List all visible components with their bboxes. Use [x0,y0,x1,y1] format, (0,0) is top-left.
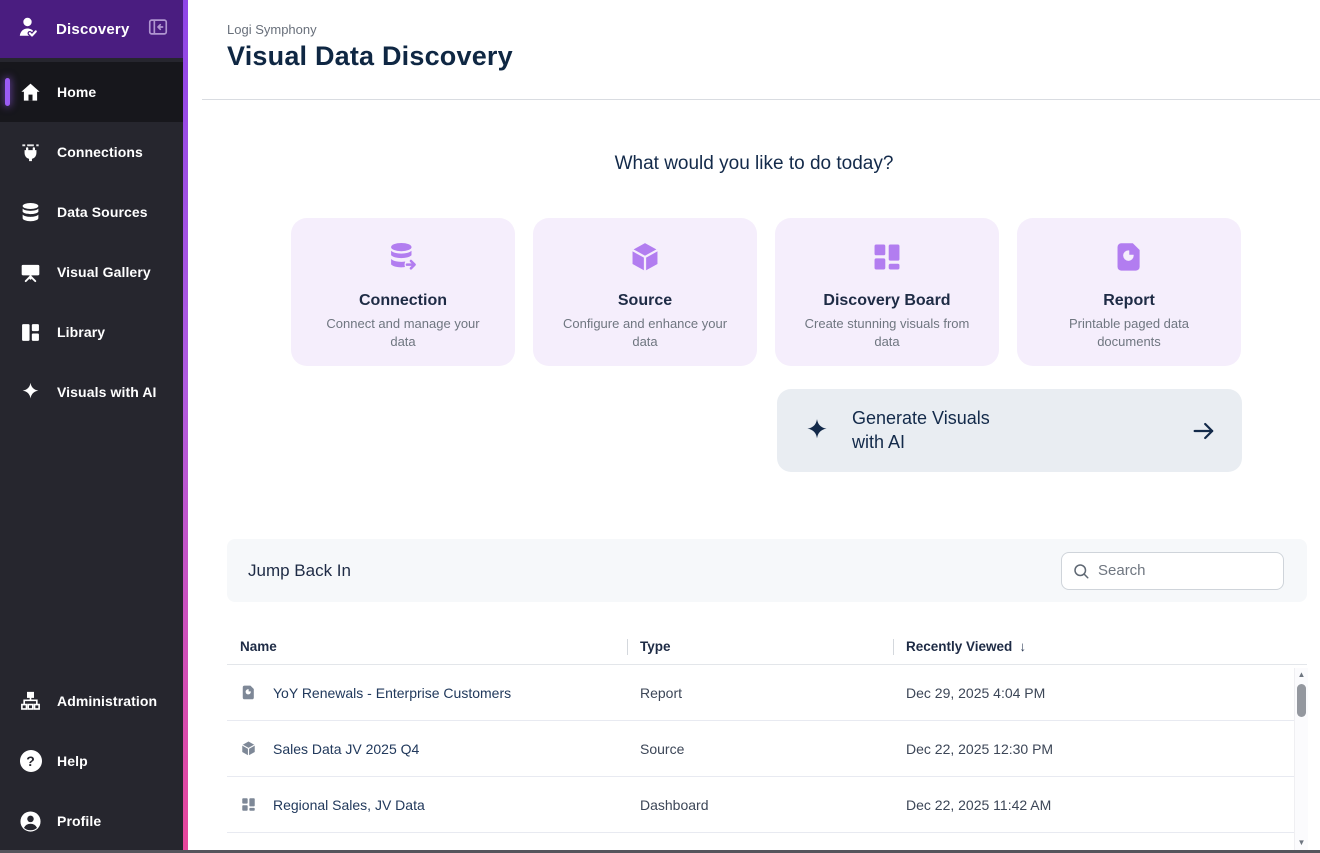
search-box[interactable] [1061,552,1284,590]
card-title: Connection [291,292,515,310]
sidebar-item-home[interactable]: Home [0,62,183,122]
brand-label: Discovery [56,21,147,38]
table-row[interactable]: Regional Sales, JV Data Dashboard Dec 22… [227,777,1307,833]
item-type: Dashboard [627,797,893,813]
item-name: Regional Sales, JV Data [273,797,425,813]
sidebar: Discovery Home [0,0,183,853]
arrow-right-icon [1190,417,1218,445]
table-header-row: Name Type Recently Viewed ↓ [227,602,1307,665]
sidebar-item-label: Data Sources [57,204,148,220]
dashboard-icon [775,239,999,275]
sidebar-item-label: Visual Gallery [57,264,151,280]
sidebar-item-label: Home [57,84,96,100]
page-title: Visual Data Discovery [227,41,1320,72]
card-subtitle: Create stunning visuals from data [799,315,975,350]
user-check-icon [17,15,41,44]
cube-icon [533,239,757,275]
card-source[interactable]: Source Configure and enhance your data [533,218,757,366]
sidebar-item-help[interactable]: ? Help [0,731,183,791]
sparkle-icon [19,381,42,404]
sidebar-item-label: Administration [57,693,157,709]
vertical-scrollbar[interactable]: ▲ ▼ [1294,668,1308,850]
sidebar-item-administration[interactable]: Administration [0,671,183,731]
sidebar-item-visual-gallery[interactable]: Visual Gallery [0,242,183,302]
column-divider [893,639,894,655]
item-type: Source [627,741,893,757]
sidebar-nav: Home Connections [0,58,183,853]
help-circle-icon: ? [19,750,42,773]
sidebar-item-label: Library [57,324,105,340]
search-icon [1072,562,1090,580]
item-viewed: Dec 22, 2025 11:42 AM [893,797,1307,813]
card-title: Report [1017,292,1241,310]
card-subtitle: Printable paged data documents [1041,315,1217,350]
sidebar-item-label: Help [57,753,88,769]
sort-descending-icon[interactable]: ↓ [1019,639,1026,654]
sparkle-icon [803,417,831,445]
jump-back-in-section: Jump Back In Name Type R [227,539,1307,833]
item-name: YoY Renewals - Enterprise Customers [273,685,511,701]
sidebar-item-label: Profile [57,813,101,829]
card-report[interactable]: Report Printable paged data documents [1017,218,1241,366]
item-name: Sales Data JV 2025 Q4 [273,741,419,757]
jump-back-in-header: Jump Back In [227,539,1307,602]
ai-banner-label: Generate Visuals with AI [852,407,1022,454]
item-viewed: Dec 22, 2025 12:30 PM [893,741,1307,757]
home-icon [19,81,42,104]
cube-icon [240,740,258,758]
brand-header: Discovery [0,0,183,58]
generate-visuals-ai-button[interactable]: Generate Visuals with AI [777,389,1242,472]
database-icon [19,201,42,224]
table-row[interactable]: YoY Renewals - Enterprise Customers Repo… [227,665,1307,721]
org-chart-icon [19,690,42,713]
page-header: Logi Symphony Visual Data Discovery [188,0,1320,72]
database-arrow-icon [291,239,515,275]
dashboard-icon [240,796,258,814]
card-connection[interactable]: Connection Connect and manage your data [291,218,515,366]
sidebar-item-profile[interactable]: Profile [0,791,183,851]
sidebar-bottom-group: Administration ? Help Profile [0,671,183,853]
sidebar-item-label: Visuals with AI [57,384,157,400]
card-title: Discovery Board [775,292,999,310]
scrollbar-thumb[interactable] [1297,684,1306,717]
section-title: Jump Back In [248,561,351,581]
sidebar-item-library[interactable]: Library [0,302,183,362]
card-title: Source [533,292,757,310]
app-window: Discovery Home [0,0,1320,853]
user-circle-icon [19,810,42,833]
scroll-down-icon[interactable]: ▼ [1298,836,1306,850]
column-header-type[interactable]: Type [627,639,893,655]
layout-grid-icon [19,321,42,344]
sidebar-item-label: Connections [57,144,143,160]
action-cards: Connection Connect and manage your data … [291,218,1320,366]
table-row[interactable]: Sales Data JV 2025 Q4 Source Dec 22, 202… [227,721,1307,777]
column-header-recently-viewed[interactable]: Recently Viewed ↓ [893,639,1307,655]
question-heading: What would you like to do today? [188,153,1320,175]
main-content: Logi Symphony Visual Data Discovery What… [188,0,1320,853]
column-divider [627,639,628,655]
column-header-name[interactable]: Name [227,639,627,654]
card-subtitle: Connect and manage your data [315,315,491,350]
search-input[interactable] [1098,562,1273,579]
report-icon [1017,239,1241,275]
easel-icon [19,261,42,284]
breadcrumb: Logi Symphony [227,22,1320,37]
sidebar-item-visuals-with-ai[interactable]: Visuals with AI [0,362,183,422]
header-divider [202,99,1320,100]
scroll-up-icon[interactable]: ▲ [1298,668,1306,682]
plug-icon [19,141,42,164]
card-subtitle: Configure and enhance your data [557,315,733,350]
report-icon [240,684,258,702]
collapse-sidebar-icon[interactable] [147,16,169,43]
item-viewed: Dec 29, 2025 4:04 PM [893,685,1307,701]
active-indicator [5,78,10,106]
sidebar-item-data-sources[interactable]: Data Sources [0,182,183,242]
card-discovery-board[interactable]: Discovery Board Create stunning visuals … [775,218,999,366]
sidebar-item-connections[interactable]: Connections [0,122,183,182]
item-type: Report [627,685,893,701]
